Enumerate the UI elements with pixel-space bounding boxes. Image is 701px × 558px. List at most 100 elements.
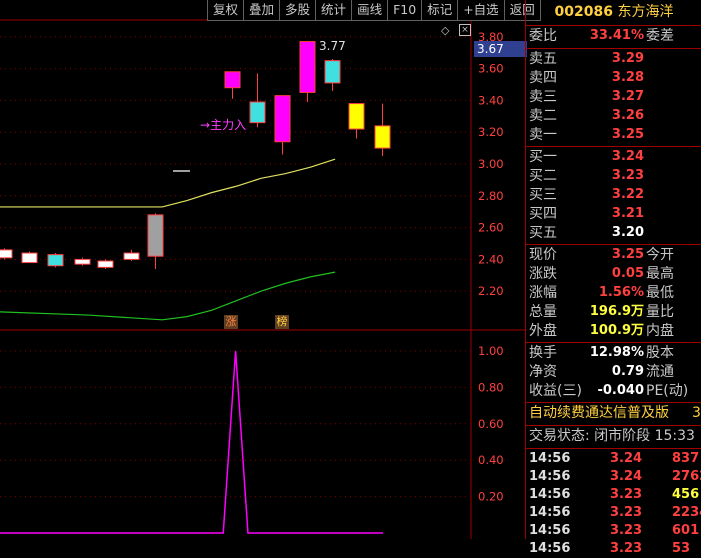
trade-row: 14:56 3.23 601 xyxy=(526,522,701,540)
trade-price: 3.23 xyxy=(610,487,643,502)
row-label: 卖二 xyxy=(529,108,557,124)
quote-row: 外盘 100.9万 内盘 xyxy=(526,322,701,340)
candle[interactable] xyxy=(147,213,164,269)
price-axis-label: 2.80 xyxy=(478,189,504,203)
promo-banner[interactable]: 自动续费通达信普及版 3 xyxy=(526,404,701,422)
quote-row: 现价 3.25 今开 xyxy=(526,246,701,264)
toolbar-button-5[interactable]: F10 xyxy=(387,0,423,21)
candle[interactable] xyxy=(47,253,64,268)
main-force-annotation: →主力入 xyxy=(200,118,247,132)
row-label: 外盘 xyxy=(529,323,557,339)
row-label2: 流通 xyxy=(646,364,674,380)
toolbar-button-4[interactable]: 画线 xyxy=(351,0,389,21)
row-label: 涨跌 xyxy=(529,266,557,282)
trade-time: 14:56 xyxy=(529,487,571,502)
quote-row: 买四 3.21 xyxy=(526,205,701,223)
quote-row: 买二 3.23 xyxy=(526,167,701,185)
row-label: 买三 xyxy=(529,187,557,203)
close-icon[interactable]: × xyxy=(459,24,471,36)
row-value: -0.040 xyxy=(597,383,644,398)
row-value: 3.28 xyxy=(611,70,644,85)
diamond-icon[interactable]: ◇ xyxy=(441,24,449,37)
row-label: 买二 xyxy=(529,168,557,184)
stock-code: 002086 xyxy=(554,4,613,20)
row-label: 委比 xyxy=(529,28,557,44)
trade-price: 3.23 xyxy=(610,541,643,556)
candle[interactable] xyxy=(374,103,391,157)
status-text: 交易状态: 闭市阶段 15:33 xyxy=(529,428,695,444)
quote-row: 委比 33.41% 委差 xyxy=(526,27,701,45)
row-label: 换手 xyxy=(529,345,557,361)
price-axis-label: 2.40 xyxy=(478,252,504,266)
toolbar-button-7[interactable]: +自选 xyxy=(457,0,505,21)
candle[interactable] xyxy=(249,73,266,128)
quote-row: 总量 196.9万 量比 xyxy=(526,303,701,321)
toolbar-button-2[interactable]: 多股 xyxy=(279,0,317,21)
row-value: 3.27 xyxy=(611,89,644,104)
row-label2: 委差 xyxy=(646,28,674,44)
row-label2: PE(动) xyxy=(646,383,689,399)
row-label2: 量比 xyxy=(646,304,674,320)
toolbar-button-1[interactable]: 叠加 xyxy=(243,0,281,21)
marker-bang[interactable]: 榜 xyxy=(275,315,289,329)
row-value: 196.9万 xyxy=(589,304,644,319)
candle[interactable] xyxy=(348,103,365,139)
row-value: 33.41% xyxy=(589,28,644,43)
row-value: 3.20 xyxy=(611,225,644,240)
marker-zhang[interactable]: 涨 xyxy=(224,315,238,329)
candle[interactable] xyxy=(0,248,13,260)
quote-row: 卖五 3.29 xyxy=(526,50,701,68)
row-value: 0.05 xyxy=(611,266,644,281)
row-label: 净资 xyxy=(529,364,557,380)
kline-chart[interactable]: 3.803.603.403.203.002.802.602.402.20 1.0… xyxy=(0,0,525,539)
toolbar-button-3[interactable]: 统计 xyxy=(315,0,353,21)
trade-price: 3.24 xyxy=(610,451,643,466)
trade-status: 交易状态: 闭市阶段 15:33 xyxy=(526,427,701,445)
quote-row: 卖三 3.27 xyxy=(526,88,701,106)
quote-row: 卖一 3.25 xyxy=(526,126,701,144)
trade-price: 3.23 xyxy=(610,505,643,520)
row-label2: 最高 xyxy=(646,266,674,282)
row-label: 买四 xyxy=(529,206,557,222)
row-value: 100.9万 xyxy=(589,323,644,338)
trade-volume: 456 xyxy=(672,487,700,502)
stock-header: 002086 东方海洋 xyxy=(526,3,701,21)
stock-name: 东方海洋 xyxy=(617,4,674,20)
row-label: 总量 xyxy=(529,304,557,320)
trade-row: 14:56 3.24 2762 xyxy=(526,468,701,486)
price-axis-label: 2.60 xyxy=(478,221,504,235)
trade-time: 14:56 xyxy=(529,469,571,484)
indicator-line-low xyxy=(0,271,336,321)
trade-time: 14:56 xyxy=(529,505,571,520)
indicator-axis-label: 0.40 xyxy=(478,453,504,467)
banner-text: 自动续费通达信普及版 xyxy=(529,405,669,421)
candle[interactable] xyxy=(224,71,241,99)
toolbar-button-0[interactable]: 复权 xyxy=(207,0,245,21)
row-label2: 内盘 xyxy=(646,323,674,339)
row-value: 3.25 xyxy=(611,247,644,262)
trade-row: 14:56 3.23 2234 xyxy=(526,504,701,522)
candle[interactable] xyxy=(21,251,38,264)
indicator-line-mid xyxy=(0,158,336,208)
row-value: 3.29 xyxy=(611,51,644,66)
candle[interactable] xyxy=(274,95,291,155)
quote-row: 涨幅 1.56% 最低 xyxy=(526,284,701,302)
quote-row: 买五 3.20 xyxy=(526,224,701,242)
price-axis-label: 2.20 xyxy=(478,284,504,298)
indicator-spike-line xyxy=(0,350,383,534)
trade-volume: 601 xyxy=(672,523,700,538)
trade-time: 14:56 xyxy=(529,523,571,538)
toolbar-button-6[interactable]: 标记 xyxy=(421,0,459,21)
quote-row: 换手 12.98% 股本 xyxy=(526,344,701,362)
candle[interactable] xyxy=(324,59,341,91)
row-label: 买一 xyxy=(529,149,557,165)
row-label2: 今开 xyxy=(646,247,674,263)
row-value: 3.21 xyxy=(611,206,644,221)
candle[interactable] xyxy=(299,41,316,102)
candle[interactable] xyxy=(74,257,91,266)
candle[interactable] xyxy=(123,249,140,261)
quote-row: 卖四 3.28 xyxy=(526,69,701,87)
trade-volume: 2234 xyxy=(672,505,701,520)
candle[interactable] xyxy=(97,259,114,269)
row-label: 涨幅 xyxy=(529,285,557,301)
